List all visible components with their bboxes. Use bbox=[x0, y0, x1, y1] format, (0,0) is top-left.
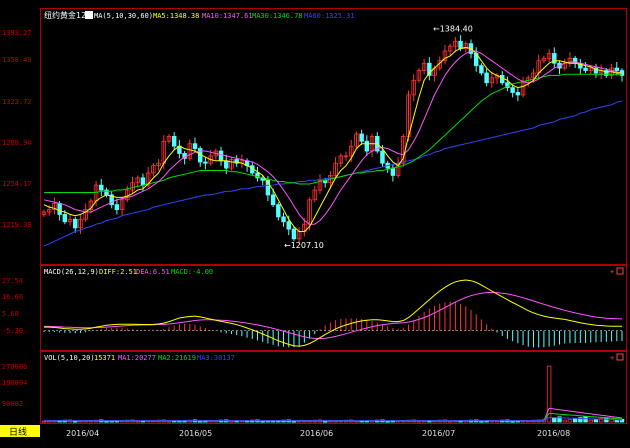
candle-body-down bbox=[500, 75, 505, 84]
macd-dea-value: DEA:6.51 bbox=[136, 268, 170, 276]
candle-body-down bbox=[510, 87, 515, 93]
candle-body-down bbox=[218, 150, 224, 162]
ma10-value: MA10:1347.61 bbox=[202, 12, 253, 20]
candle-body-down bbox=[583, 67, 588, 71]
candle-body-down bbox=[380, 150, 385, 164]
vol-ma1-value: MA1:20277 bbox=[118, 354, 156, 362]
ma30-value: MA30:1346.78 bbox=[252, 12, 303, 20]
volume-bar bbox=[572, 418, 578, 423]
macd-add-icon[interactable]: + bbox=[610, 268, 614, 276]
vol-ma2-value: MA2:21619 bbox=[158, 354, 196, 362]
candle-body-down bbox=[364, 140, 370, 152]
macd-axis-label: 27.54 bbox=[2, 277, 23, 285]
candle-body-down bbox=[104, 189, 109, 196]
macd-axis-label: 16.66 bbox=[2, 293, 23, 301]
price-axis-label: 1358.49 bbox=[2, 56, 32, 64]
volume-bar bbox=[291, 420, 297, 423]
candle bbox=[291, 226, 297, 242]
candle-body-down bbox=[359, 133, 364, 142]
date-axis-label: 2016/05 bbox=[179, 429, 212, 438]
volume-bar bbox=[104, 420, 109, 423]
candle-body-down bbox=[192, 143, 198, 149]
volume-bar bbox=[197, 420, 203, 423]
candle-body-down bbox=[484, 72, 489, 84]
candle-body-down bbox=[281, 216, 286, 223]
vol-add-icon[interactable]: + bbox=[610, 354, 614, 362]
volume-bar bbox=[510, 420, 515, 423]
macd-title: MACD(26,12,9) bbox=[44, 268, 99, 276]
candle-body-down bbox=[270, 194, 276, 206]
candle-body-down bbox=[203, 161, 208, 164]
candle-body-down bbox=[73, 218, 78, 229]
high-price-annotation: ←1384.40 bbox=[433, 25, 473, 34]
volume-bar bbox=[385, 420, 390, 423]
candle-body-down bbox=[390, 167, 396, 176]
price-axis-label: 1393.27 bbox=[2, 29, 32, 37]
candle-body-down bbox=[291, 228, 297, 240]
price-axis-label: 1323.72 bbox=[2, 98, 32, 106]
volume-bar bbox=[614, 419, 620, 423]
volume-bar bbox=[552, 417, 557, 423]
candle-body-down bbox=[276, 204, 281, 218]
macd-histogram-value: MACD:-4.00 bbox=[171, 268, 213, 276]
candle-body-down bbox=[515, 92, 521, 96]
vol-axis-label: 90002 bbox=[2, 400, 23, 408]
date-axis-label: 2016/08 bbox=[537, 429, 570, 438]
macd-axis-label: 5.68 bbox=[2, 310, 19, 318]
price-axis-label: 1288.94 bbox=[2, 139, 32, 147]
candle-body-down bbox=[57, 203, 62, 215]
date-axis-label: 2016/07 bbox=[422, 429, 455, 438]
candle-body-down bbox=[114, 204, 120, 210]
vol-title: VOL(5,10,20) bbox=[44, 354, 95, 362]
volume-bar bbox=[260, 420, 265, 423]
date-axis-label: 2016/06 bbox=[300, 429, 333, 438]
candle-body-down bbox=[614, 67, 620, 71]
date-axis-label: 2016/04 bbox=[66, 429, 99, 438]
vol-axis-label: 180004 bbox=[2, 379, 27, 387]
vol-ma3-value: MA3:30137 bbox=[197, 354, 235, 362]
volume-bar bbox=[322, 420, 328, 423]
instrument-name: 纽约黄金12 bbox=[44, 10, 86, 20]
low-price-annotation: ←1207.10 bbox=[284, 241, 324, 250]
candle-body-down bbox=[171, 135, 177, 147]
macd-axis-label: -5.30 bbox=[2, 327, 23, 335]
candle-body-down bbox=[479, 65, 484, 74]
candle-body-down bbox=[99, 184, 104, 191]
ma-indicator-title: MA(5,10,30,60) bbox=[94, 12, 153, 20]
macd-diff-value: DIFF:2.51 bbox=[99, 268, 137, 276]
candle-body-down bbox=[140, 177, 146, 186]
ma60-value: MA60:1325.31 bbox=[304, 12, 355, 20]
candle-body-down bbox=[286, 221, 291, 230]
volume-bar bbox=[73, 420, 78, 423]
price-axis-label: 1219.39 bbox=[2, 221, 32, 229]
ma-toggle-icon[interactable] bbox=[85, 11, 93, 19]
ma5-value: MA5:1348.38 bbox=[153, 12, 199, 20]
candle-body-down bbox=[62, 214, 68, 223]
candle-body-down bbox=[224, 160, 229, 169]
volume-bar bbox=[593, 418, 599, 423]
chart-canvas[interactable]: 纽约黄金12 MA(5,10,30,60) MA5:1348.38 MA10:1… bbox=[0, 0, 630, 448]
candle-body-down bbox=[458, 40, 463, 49]
daily-tab-label: 日线 bbox=[9, 426, 27, 438]
vol-axis-label: 270006 bbox=[2, 363, 27, 371]
volume-bar bbox=[479, 420, 484, 423]
price-axis-label: 1254.17 bbox=[2, 180, 32, 188]
vol-value: 15371 bbox=[94, 354, 115, 362]
volume-bar bbox=[583, 416, 588, 423]
